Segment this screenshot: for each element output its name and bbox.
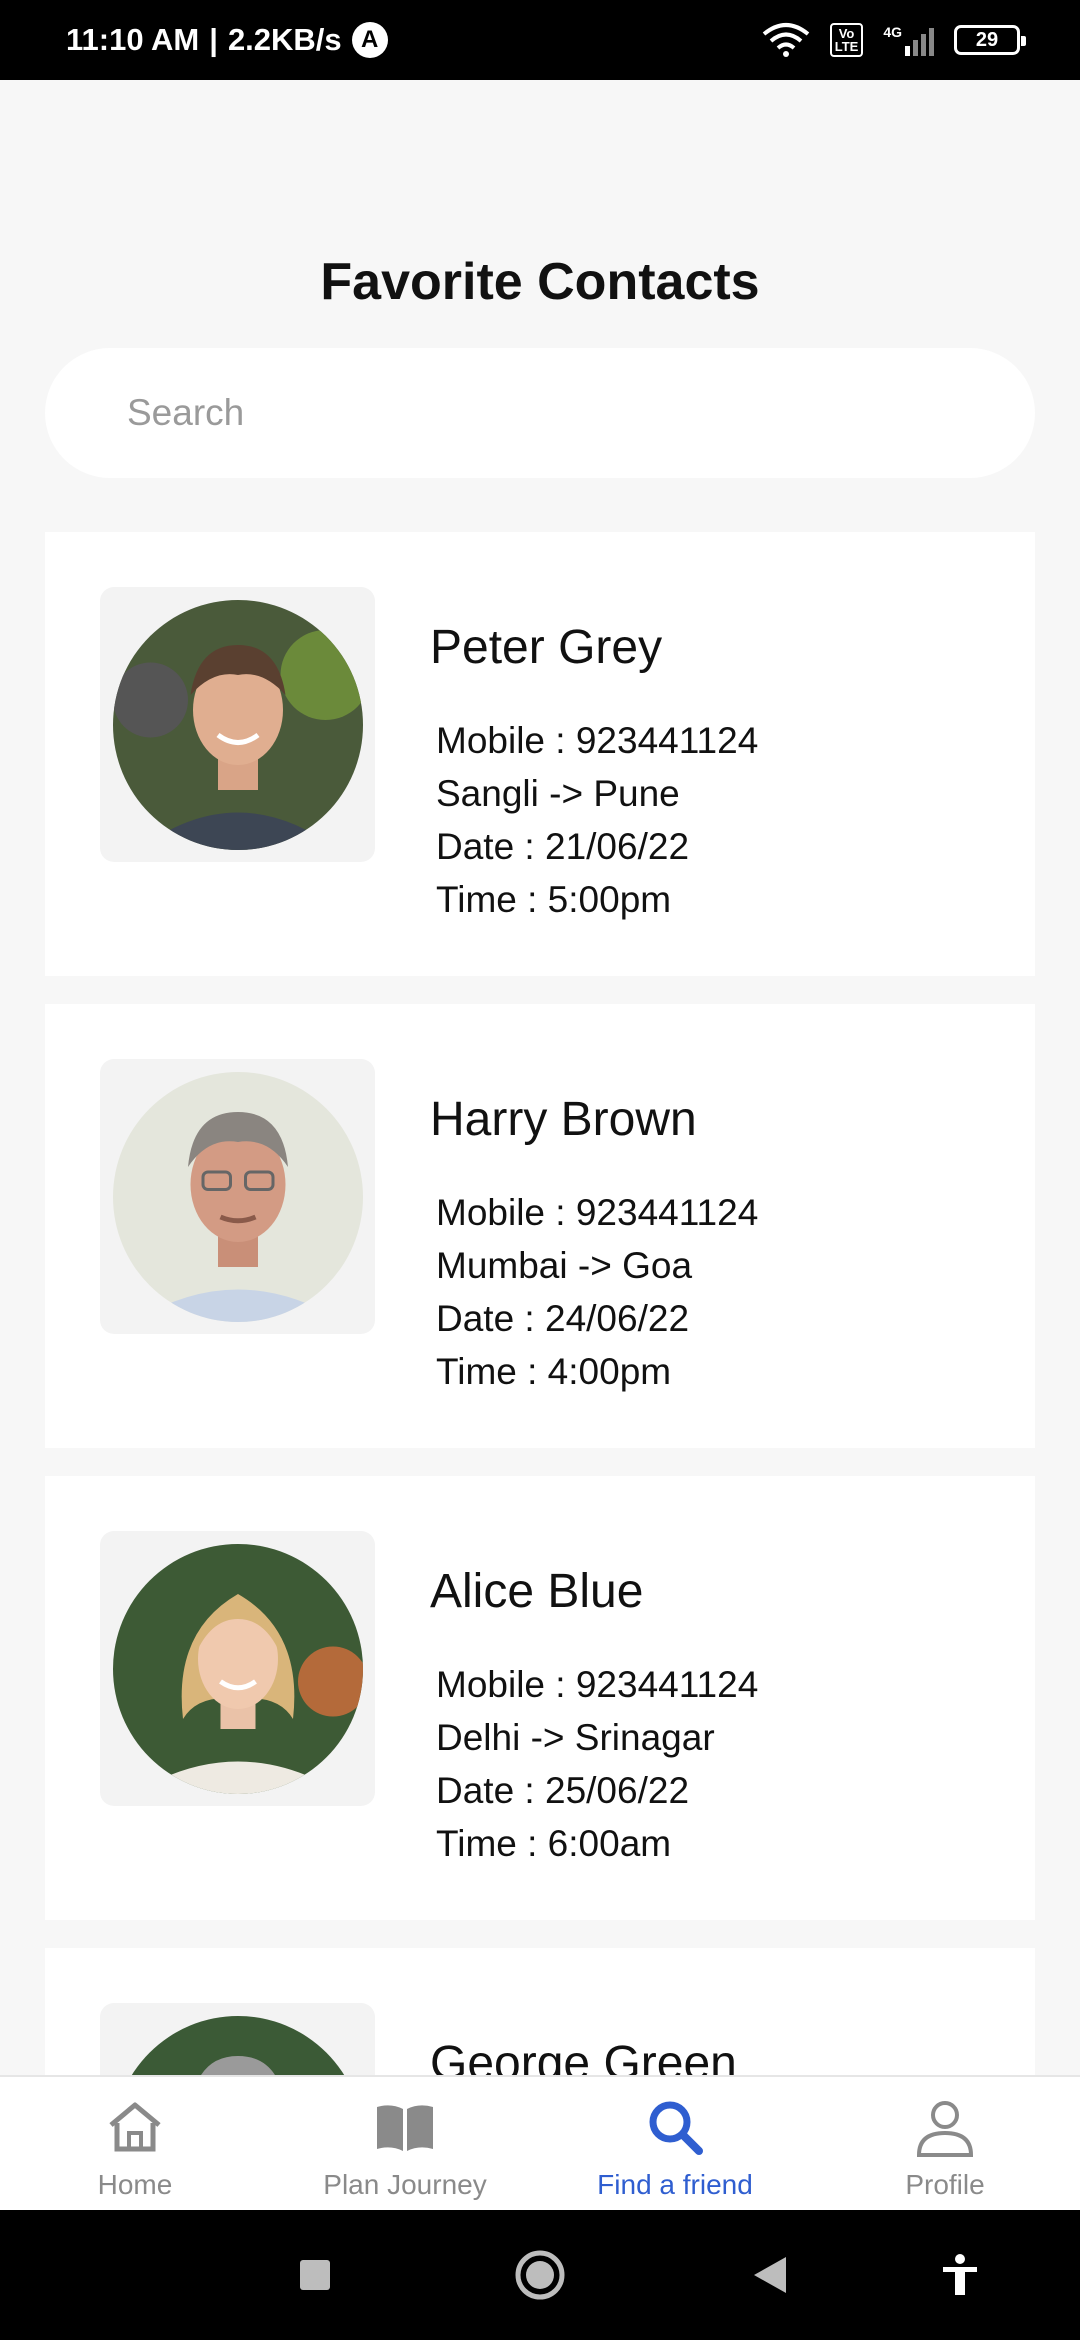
contact-date: Date : 21/06/22 bbox=[436, 826, 690, 867]
contact-details: Mobile : 923441124 Delhi -> Srinagar Dat… bbox=[436, 1658, 758, 1870]
avatar-photo-george bbox=[112, 2015, 363, 2075]
contact-details: Mobile : 923441124 Sangli -> Pune Date :… bbox=[436, 714, 758, 926]
nav-label-find-a-friend: Find a friend bbox=[597, 2169, 753, 2200]
back-button[interactable] bbox=[740, 2210, 800, 2340]
home-icon bbox=[109, 2102, 161, 2152]
contact-date: Date : 25/06/22 bbox=[436, 1770, 690, 1811]
contact-card[interactable]: Peter Grey Mobile : 923441124 Sangli -> … bbox=[45, 532, 1035, 976]
avatar-frame bbox=[100, 1531, 375, 1806]
avatar-frame bbox=[100, 587, 375, 862]
accessibility-icon bbox=[943, 2254, 977, 2295]
contact-name: Harry Brown bbox=[430, 1093, 697, 1146]
contact-route: Mumbai -> Goa bbox=[436, 1245, 693, 1286]
avatar bbox=[112, 2015, 363, 2075]
contact-name: Alice Blue bbox=[430, 1565, 644, 1618]
search-icon bbox=[649, 2101, 703, 2155]
recents-icon bbox=[300, 2260, 330, 2290]
nav-item-find-a-friend[interactable]: Find a friend bbox=[540, 2077, 810, 2212]
avatar-frame bbox=[100, 1059, 375, 1334]
search-input[interactable] bbox=[127, 392, 1007, 434]
contact-time: Time : 6:00am bbox=[436, 1823, 672, 1864]
volte-icon: Vo LTE bbox=[829, 23, 864, 57]
signal-icon: 4G bbox=[883, 24, 934, 56]
contact-mobile: Mobile : 923441124 bbox=[436, 720, 759, 761]
contact-mobile: Mobile : 923441124 bbox=[436, 1664, 759, 1705]
nav-item-plan-journey[interactable]: Plan Journey bbox=[270, 2077, 540, 2212]
recents-button[interactable] bbox=[285, 2210, 345, 2340]
contact-name: George Green bbox=[430, 2037, 737, 2075]
contact-details: Mobile : 923441124 Mumbai -> Goa Date : … bbox=[436, 1186, 758, 1398]
avatar bbox=[112, 1543, 363, 1794]
contact-card[interactable]: Alice Blue Mobile : 923441124 Delhi -> S… bbox=[45, 1476, 1035, 1920]
contact-time: Time : 4:00pm bbox=[436, 1351, 672, 1392]
avatar bbox=[112, 1071, 363, 1322]
status-net-speed: 2.2KB/s bbox=[227, 22, 342, 57]
status-bar: 11:10 AM | 2.2KB/s A Vo LTE 4G 29 bbox=[0, 0, 1080, 80]
status-separator: | bbox=[209, 22, 218, 57]
page-title: Favorite Contacts bbox=[320, 253, 760, 311]
nav-item-home[interactable]: Home bbox=[0, 2077, 270, 2212]
avatar-photo-alice bbox=[112, 1543, 363, 1794]
status-right: Vo LTE 4G 29 bbox=[762, 22, 1026, 58]
home-button[interactable] bbox=[510, 2210, 570, 2340]
contact-date: Date : 24/06/22 bbox=[436, 1298, 690, 1339]
contact-card[interactable]: Harry Brown Mobile : 923441124 Mumbai ->… bbox=[45, 1004, 1035, 1448]
bottom-nav: Home Plan Journey Find a friend Profile bbox=[0, 2075, 1080, 2210]
contact-mobile: Mobile : 923441124 bbox=[436, 1192, 759, 1233]
avatar-photo-peter bbox=[112, 599, 363, 850]
avatar-photo-harry bbox=[112, 1071, 363, 1322]
contact-card[interactable]: George Green bbox=[45, 1948, 1035, 2075]
nav-item-profile[interactable]: Profile bbox=[810, 2077, 1080, 2212]
avatar bbox=[112, 599, 363, 850]
back-icon bbox=[754, 2257, 786, 2293]
avatar-frame bbox=[100, 2003, 375, 2075]
user-icon bbox=[916, 2101, 974, 2157]
nav-label-plan-journey: Plan Journey bbox=[323, 2169, 487, 2200]
contact-name: Peter Grey bbox=[430, 621, 663, 674]
nav-label-home: Home bbox=[97, 2169, 173, 2200]
system-nav-bar bbox=[0, 2210, 1080, 2340]
wifi-icon bbox=[762, 23, 809, 57]
contact-route: Delhi -> Srinagar bbox=[436, 1717, 715, 1758]
battery-icon: 29 bbox=[954, 25, 1026, 55]
search-box[interactable] bbox=[45, 348, 1035, 478]
contact-time: Time : 5:00pm bbox=[436, 879, 672, 920]
network-type: 4G bbox=[883, 24, 902, 40]
home-circle-icon bbox=[515, 2250, 565, 2300]
contacts-list[interactable]: Peter Grey Mobile : 923441124 Sangli -> … bbox=[0, 532, 1080, 2075]
battery-level: 29 bbox=[975, 28, 999, 51]
nav-label-profile: Profile bbox=[905, 2169, 985, 2200]
contact-route: Sangli -> Pune bbox=[436, 773, 680, 814]
notification-app-icon: A bbox=[351, 22, 388, 58]
book-icon bbox=[377, 2105, 433, 2151]
status-time: 11:10 AM bbox=[66, 22, 200, 57]
accessibility-button[interactable] bbox=[930, 2210, 990, 2340]
status-left: 11:10 AM | 2.2KB/s A bbox=[66, 22, 388, 58]
